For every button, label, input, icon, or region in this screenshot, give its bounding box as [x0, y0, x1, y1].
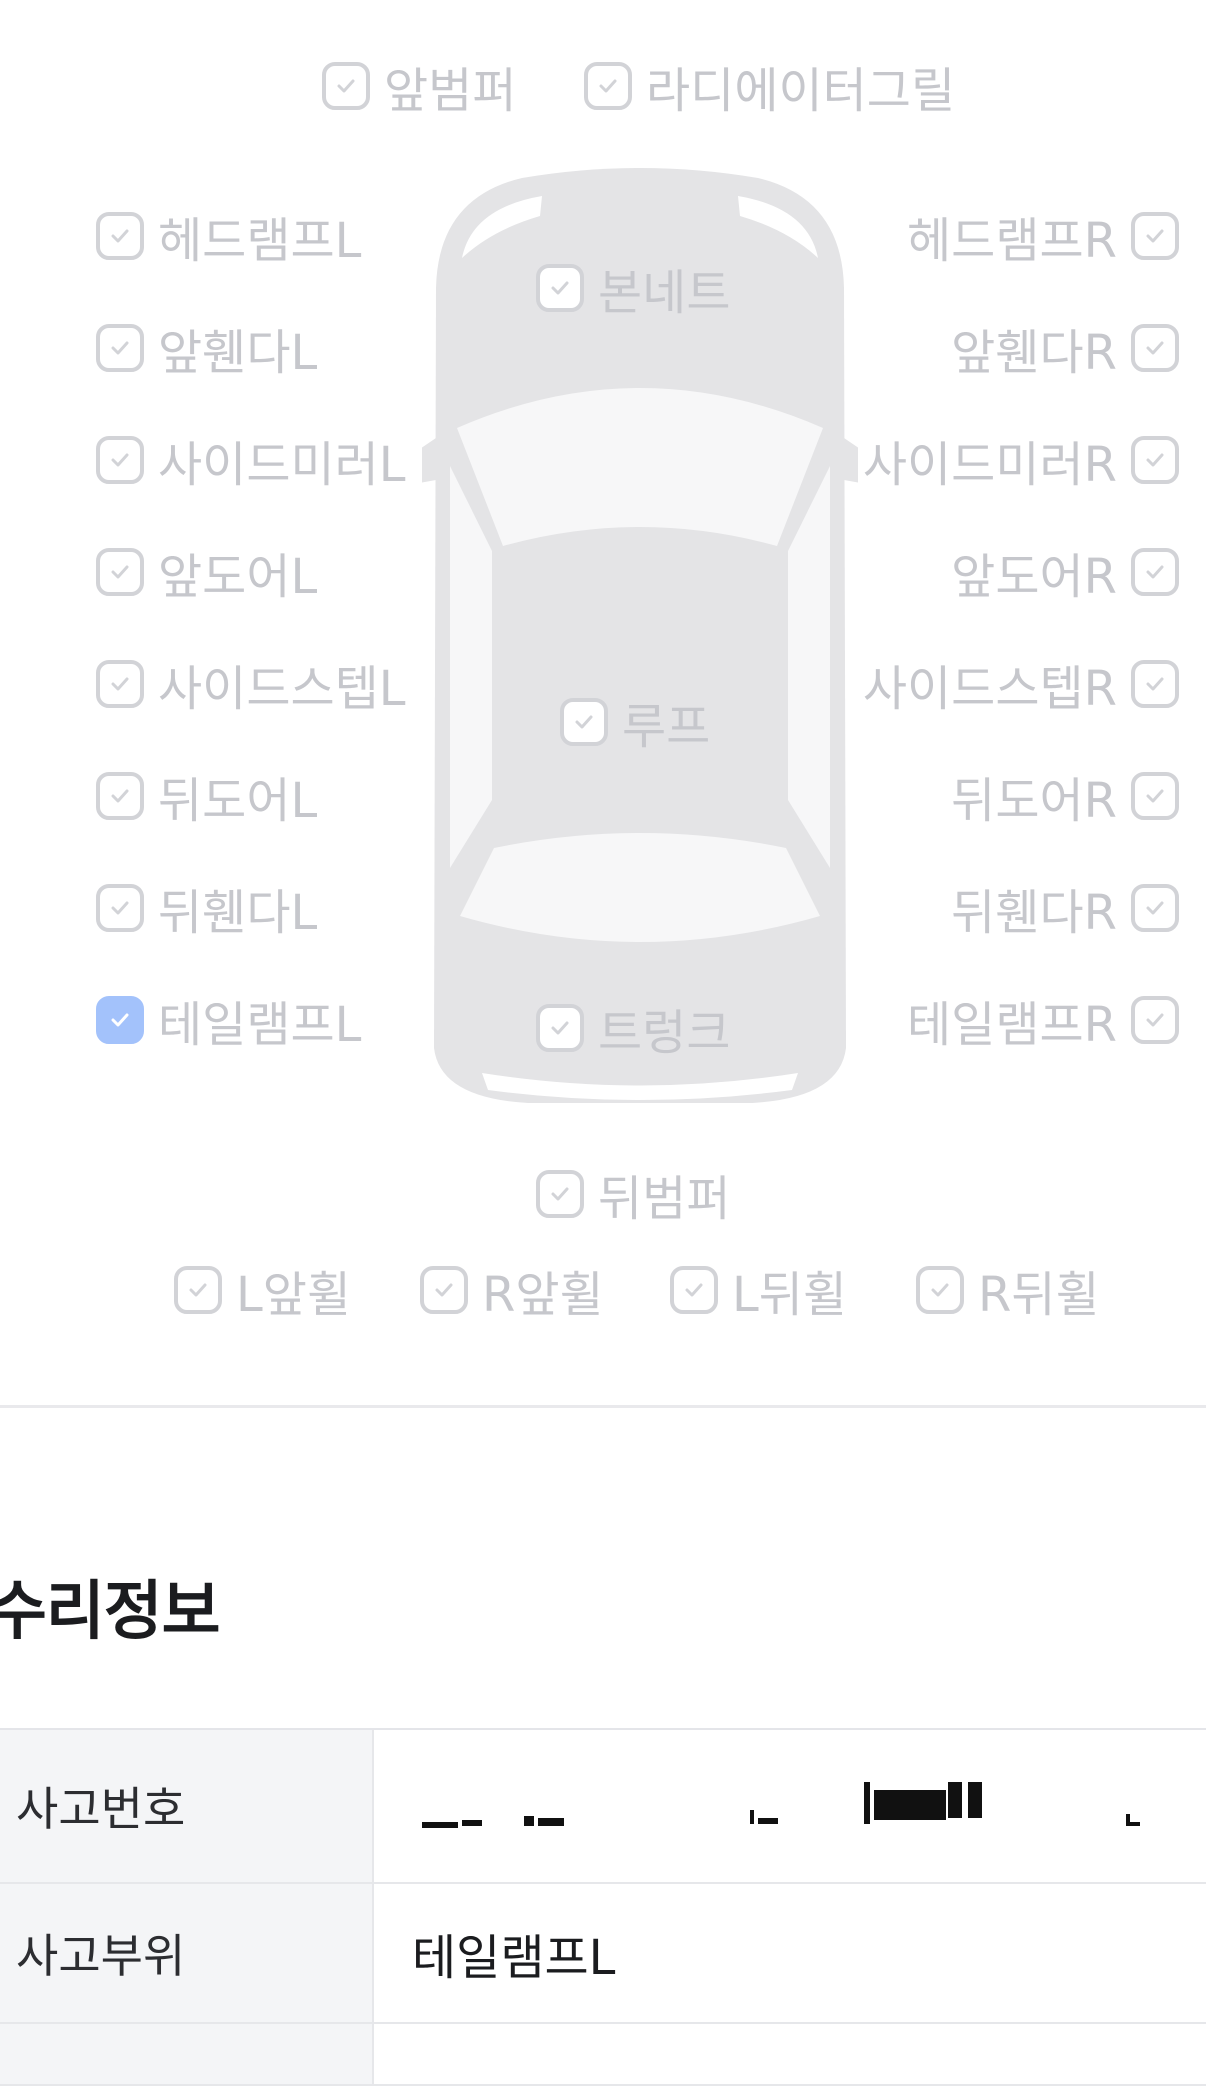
checkbox-check-icon[interactable]	[916, 1266, 964, 1314]
part-rear-fender-r[interactable]: 뒤휀다R	[951, 880, 1179, 941]
part-side-step-l[interactable]: 사이드스텝L	[96, 656, 406, 717]
part-label: 루프	[622, 699, 711, 755]
checkbox-check-icon[interactable]	[96, 884, 144, 932]
part-bonnet[interactable]: 본네트	[536, 260, 730, 321]
checkbox-check-icon[interactable]	[96, 436, 144, 484]
part-side-mirror-l[interactable]: 사이드미러L	[96, 432, 406, 493]
part-label: 헤드램프L	[158, 213, 362, 269]
part-label: 뒤도어R	[951, 773, 1117, 829]
part-label: 뒤도어L	[158, 773, 318, 829]
accident-number-value-redacted	[374, 1730, 1206, 1882]
part-roof[interactable]: 루프	[560, 694, 710, 755]
checkbox-check-icon[interactable]	[670, 1266, 718, 1314]
checkbox-check-icon[interactable]	[1131, 996, 1179, 1044]
part-label: 사이드스텝L	[158, 661, 406, 717]
row-value: 테일램프L	[412, 1930, 616, 1986]
part-front-door-r[interactable]: 앞도어R	[951, 544, 1179, 605]
part-side-step-r[interactable]: 사이드스텝R	[863, 656, 1179, 717]
part-tail-lamp-l[interactable]: 테일램프L	[96, 992, 361, 1053]
row-value	[374, 2024, 1206, 2084]
checkbox-check-icon[interactable]	[96, 772, 144, 820]
table-row	[0, 2024, 1206, 2086]
part-label: 앞도어R	[951, 549, 1117, 605]
part-label: 앞범퍼	[384, 63, 517, 119]
part-label: 뒤범퍼	[598, 1171, 731, 1227]
part-label: 앞휀다R	[951, 325, 1117, 381]
checkbox-checked-icon[interactable]	[96, 996, 144, 1044]
checkbox-check-icon[interactable]	[174, 1266, 222, 1314]
checkbox-check-icon[interactable]	[1131, 548, 1179, 596]
part-front-fender-l[interactable]: 앞휀다L	[96, 320, 317, 381]
part-headlamp-l[interactable]: 헤드램프L	[96, 208, 361, 269]
part-rear-bumper[interactable]: 뒤범퍼	[536, 1166, 730, 1227]
part-label: 사이드미러R	[862, 437, 1117, 493]
part-label: 트렁크	[598, 1005, 731, 1061]
part-r-rear-wheel[interactable]: R뒤휠	[916, 1262, 1100, 1323]
repair-info-table: 사고번호 사고부위 테일램프L	[0, 1728, 1206, 2086]
part-front-bumper[interactable]: 앞범퍼	[322, 58, 516, 119]
part-label: L앞휠	[236, 1267, 352, 1323]
checkbox-check-icon[interactable]	[1131, 436, 1179, 484]
part-label: 사이드스텝R	[862, 661, 1117, 717]
checkbox-check-icon[interactable]	[584, 62, 632, 110]
part-label: 사이드미러L	[158, 437, 406, 493]
part-label: 헤드램프R	[907, 213, 1117, 269]
table-row: 사고부위 테일램프L	[0, 1884, 1206, 2024]
checkbox-check-icon[interactable]	[322, 62, 370, 110]
row-label	[0, 2024, 374, 2084]
part-r-front-wheel[interactable]: R앞휠	[420, 1262, 604, 1323]
checkbox-check-icon[interactable]	[536, 1170, 584, 1218]
part-label: 앞도어L	[158, 549, 318, 605]
part-front-fender-r[interactable]: 앞휀다R	[951, 320, 1179, 381]
part-label: R뒤휠	[978, 1267, 1100, 1323]
row-label: 사고부위	[0, 1884, 374, 2022]
part-label: 테일램프R	[907, 997, 1117, 1053]
part-label: 라디에이터그릴	[646, 63, 956, 119]
part-label: 본네트	[598, 265, 731, 321]
checkbox-check-icon[interactable]	[96, 324, 144, 372]
part-rear-fender-l[interactable]: 뒤휀다L	[96, 880, 317, 941]
part-headlamp-r[interactable]: 헤드램프R	[907, 208, 1179, 269]
checkbox-check-icon[interactable]	[96, 548, 144, 596]
checkbox-check-icon[interactable]	[420, 1266, 468, 1314]
row-label: 사고번호	[0, 1730, 374, 1882]
checkbox-check-icon[interactable]	[1131, 660, 1179, 708]
checkbox-check-icon[interactable]	[1131, 212, 1179, 260]
part-tail-lamp-r[interactable]: 테일램프R	[907, 992, 1179, 1053]
part-label: 뒤휀다L	[158, 885, 318, 941]
part-rear-door-r[interactable]: 뒤도어R	[951, 768, 1179, 829]
part-rear-door-l[interactable]: 뒤도어L	[96, 768, 317, 829]
part-label: 뒤휀다R	[951, 885, 1117, 941]
section-title: 수리정보	[0, 1575, 221, 1649]
checkbox-check-icon[interactable]	[1131, 884, 1179, 932]
part-label: 앞휀다L	[158, 325, 318, 381]
part-label: 테일램프L	[158, 997, 362, 1053]
part-l-front-wheel[interactable]: L앞휠	[174, 1262, 351, 1323]
part-side-mirror-r[interactable]: 사이드미러R	[863, 432, 1179, 493]
checkbox-check-icon[interactable]	[96, 212, 144, 260]
checkbox-check-icon[interactable]	[536, 264, 584, 312]
table-row: 사고번호	[0, 1730, 1206, 1884]
part-label: L뒤휠	[732, 1267, 848, 1323]
part-radiator-grille[interactable]: 라디에이터그릴	[584, 58, 955, 119]
part-l-rear-wheel[interactable]: L뒤휠	[670, 1262, 847, 1323]
checkbox-check-icon[interactable]	[536, 1004, 584, 1052]
part-label: R앞휠	[482, 1267, 604, 1323]
part-front-door-l[interactable]: 앞도어L	[96, 544, 317, 605]
checkbox-check-icon[interactable]	[1131, 772, 1179, 820]
part-trunk[interactable]: 트렁크	[536, 1000, 730, 1061]
checkbox-check-icon[interactable]	[96, 660, 144, 708]
checkbox-check-icon[interactable]	[1131, 324, 1179, 372]
checkbox-check-icon[interactable]	[560, 698, 608, 746]
